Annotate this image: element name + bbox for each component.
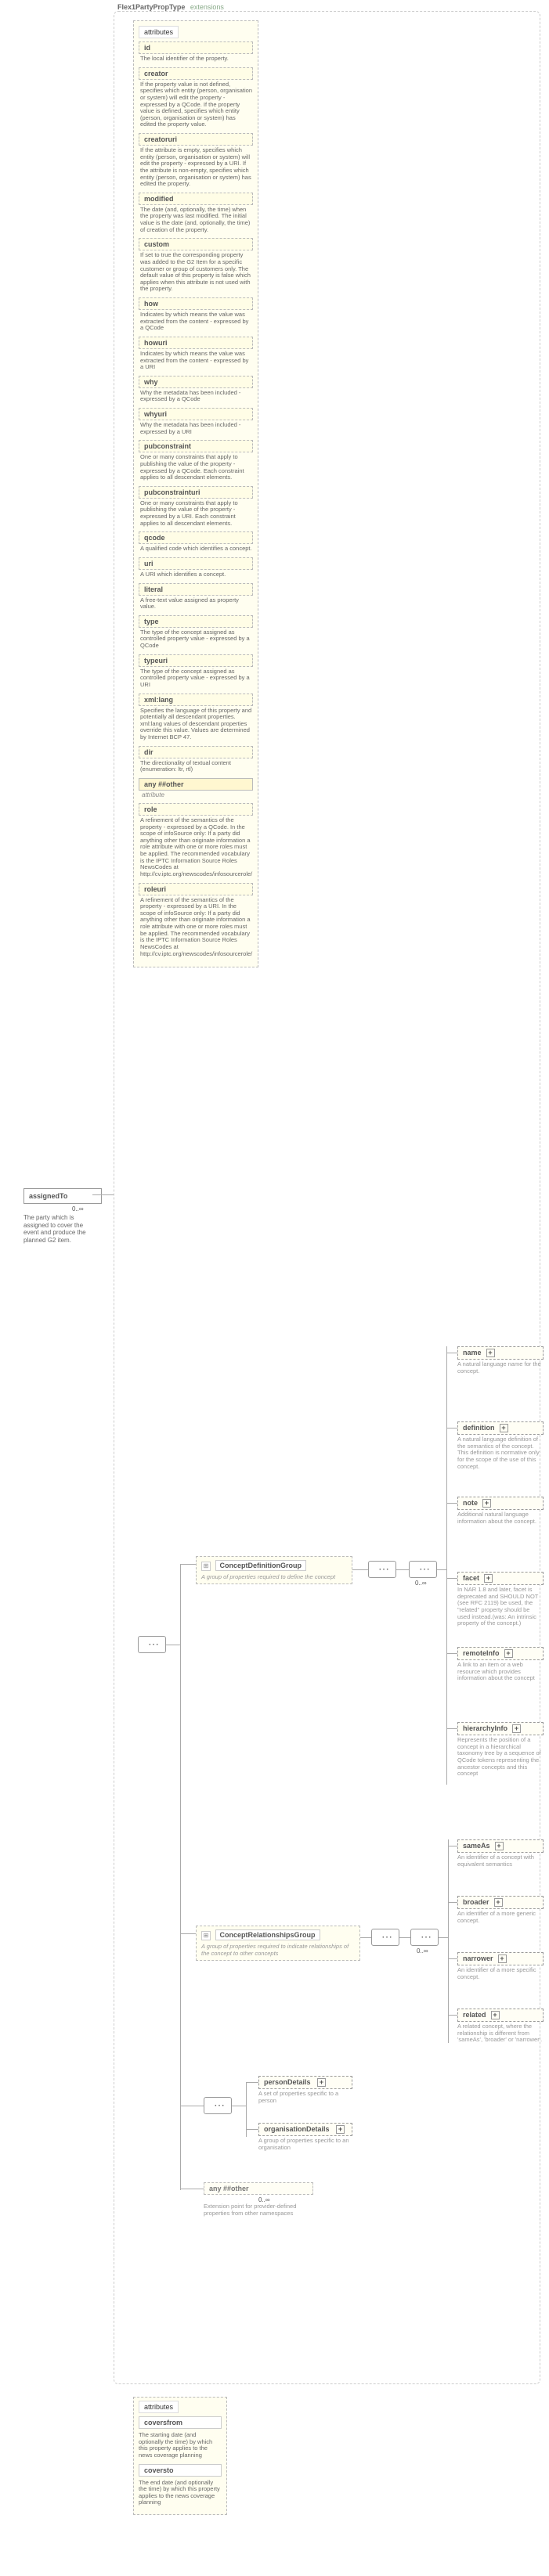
- attr-literal: literal: [139, 583, 253, 596]
- attr-roleuri: roleuri: [139, 883, 253, 895]
- attr-id: id: [139, 41, 253, 54]
- expand-icon[interactable]: +: [484, 1574, 493, 1583]
- attr-typeuri: typeuri: [139, 654, 253, 667]
- sequence-rel: [371, 1929, 399, 1946]
- choice-def: [409, 1561, 437, 1578]
- attributes-lower-box: attributes coversfromThe starting date (…: [133, 2397, 227, 2515]
- expand-icon[interactable]: +: [482, 1499, 491, 1508]
- attr-creator: creator: [139, 67, 253, 80]
- group-icon: ⊞: [201, 1931, 211, 1940]
- root-element[interactable]: assignedTo: [23, 1188, 102, 1204]
- attr-how: how: [139, 297, 253, 310]
- root-help: The party which is assigned to cover the…: [23, 1214, 94, 1244]
- attr-pubconstrainturi: pubconstrainturi: [139, 486, 253, 499]
- leaf-facet[interactable]: facet+: [457, 1572, 544, 1585]
- attr-role: role: [139, 803, 253, 816]
- attr-xml-lang: xml:lang: [139, 694, 253, 706]
- attr-pubconstraint: pubconstraint: [139, 440, 253, 452]
- group-icon: ⊞: [201, 1562, 211, 1571]
- leaf-remoteinfo[interactable]: remoteInfo+: [457, 1647, 544, 1660]
- attr-coversfrom: coversfrom: [139, 2416, 222, 2429]
- leaf-note[interactable]: note+: [457, 1497, 544, 1510]
- attr-howuri: howuri: [139, 337, 253, 349]
- attr-coversto: coversto: [139, 2464, 222, 2477]
- choice-details: [204, 2097, 232, 2114]
- concept-definition-group[interactable]: ⊞ ConceptDefinitionGroup A group of prop…: [196, 1556, 352, 1584]
- expand-icon[interactable]: +: [317, 2078, 326, 2087]
- expand-icon[interactable]: +: [491, 2011, 500, 2019]
- sequence-root: [138, 1636, 166, 1653]
- attr-modified: modified: [139, 193, 253, 205]
- sequence-def: [368, 1561, 396, 1578]
- attr-custom: custom: [139, 238, 253, 250]
- expand-icon[interactable]: +: [486, 1349, 495, 1357]
- expand-icon[interactable]: +: [504, 1649, 513, 1658]
- attr-dir: dir: [139, 746, 253, 758]
- expand-icon[interactable]: +: [500, 1424, 508, 1432]
- expand-icon[interactable]: +: [512, 1724, 521, 1733]
- attr-creatoruri: creatoruri: [139, 133, 253, 146]
- expand-icon[interactable]: +: [336, 2125, 345, 2134]
- attr-qcode: qcode: [139, 531, 253, 544]
- extensions-label: extensions: [190, 3, 224, 11]
- organisation-details[interactable]: organisationDetails +: [258, 2123, 352, 2136]
- concept-relationships-group[interactable]: ⊞ ConceptRelationshipsGroup A group of p…: [196, 1926, 360, 1961]
- leaf-related[interactable]: related+: [457, 2009, 544, 2022]
- attr-whyuri: whyuri: [139, 408, 253, 420]
- attr-why: why: [139, 376, 253, 388]
- leaf-narrower[interactable]: narrower+: [457, 1952, 544, 1965]
- attr-type: type: [139, 615, 253, 628]
- expand-icon[interactable]: +: [494, 1898, 503, 1907]
- person-details[interactable]: personDetails +: [258, 2076, 352, 2089]
- leaf-name[interactable]: name+: [457, 1346, 544, 1360]
- choice-rel: [410, 1929, 439, 1946]
- attr-any-other: any ##other: [139, 778, 253, 791]
- leaf-broader[interactable]: broader+: [457, 1896, 544, 1909]
- leaf-sameas[interactable]: sameAs+: [457, 1839, 544, 1853]
- leaf-hierarchyinfo[interactable]: hierarchyInfo+: [457, 1722, 544, 1735]
- expand-icon[interactable]: +: [498, 1955, 507, 1963]
- leaf-definition[interactable]: definition+: [457, 1421, 544, 1435]
- attributes-main-box: attributes idThe local identifier of the…: [133, 20, 258, 967]
- expand-icon[interactable]: +: [495, 1842, 504, 1850]
- type-name: Flex1PartyPropType: [117, 3, 185, 11]
- root-card: 0..∞: [72, 1205, 150, 1212]
- attr-uri: uri: [139, 557, 253, 570]
- any-other-element[interactable]: any ##other: [204, 2182, 313, 2195]
